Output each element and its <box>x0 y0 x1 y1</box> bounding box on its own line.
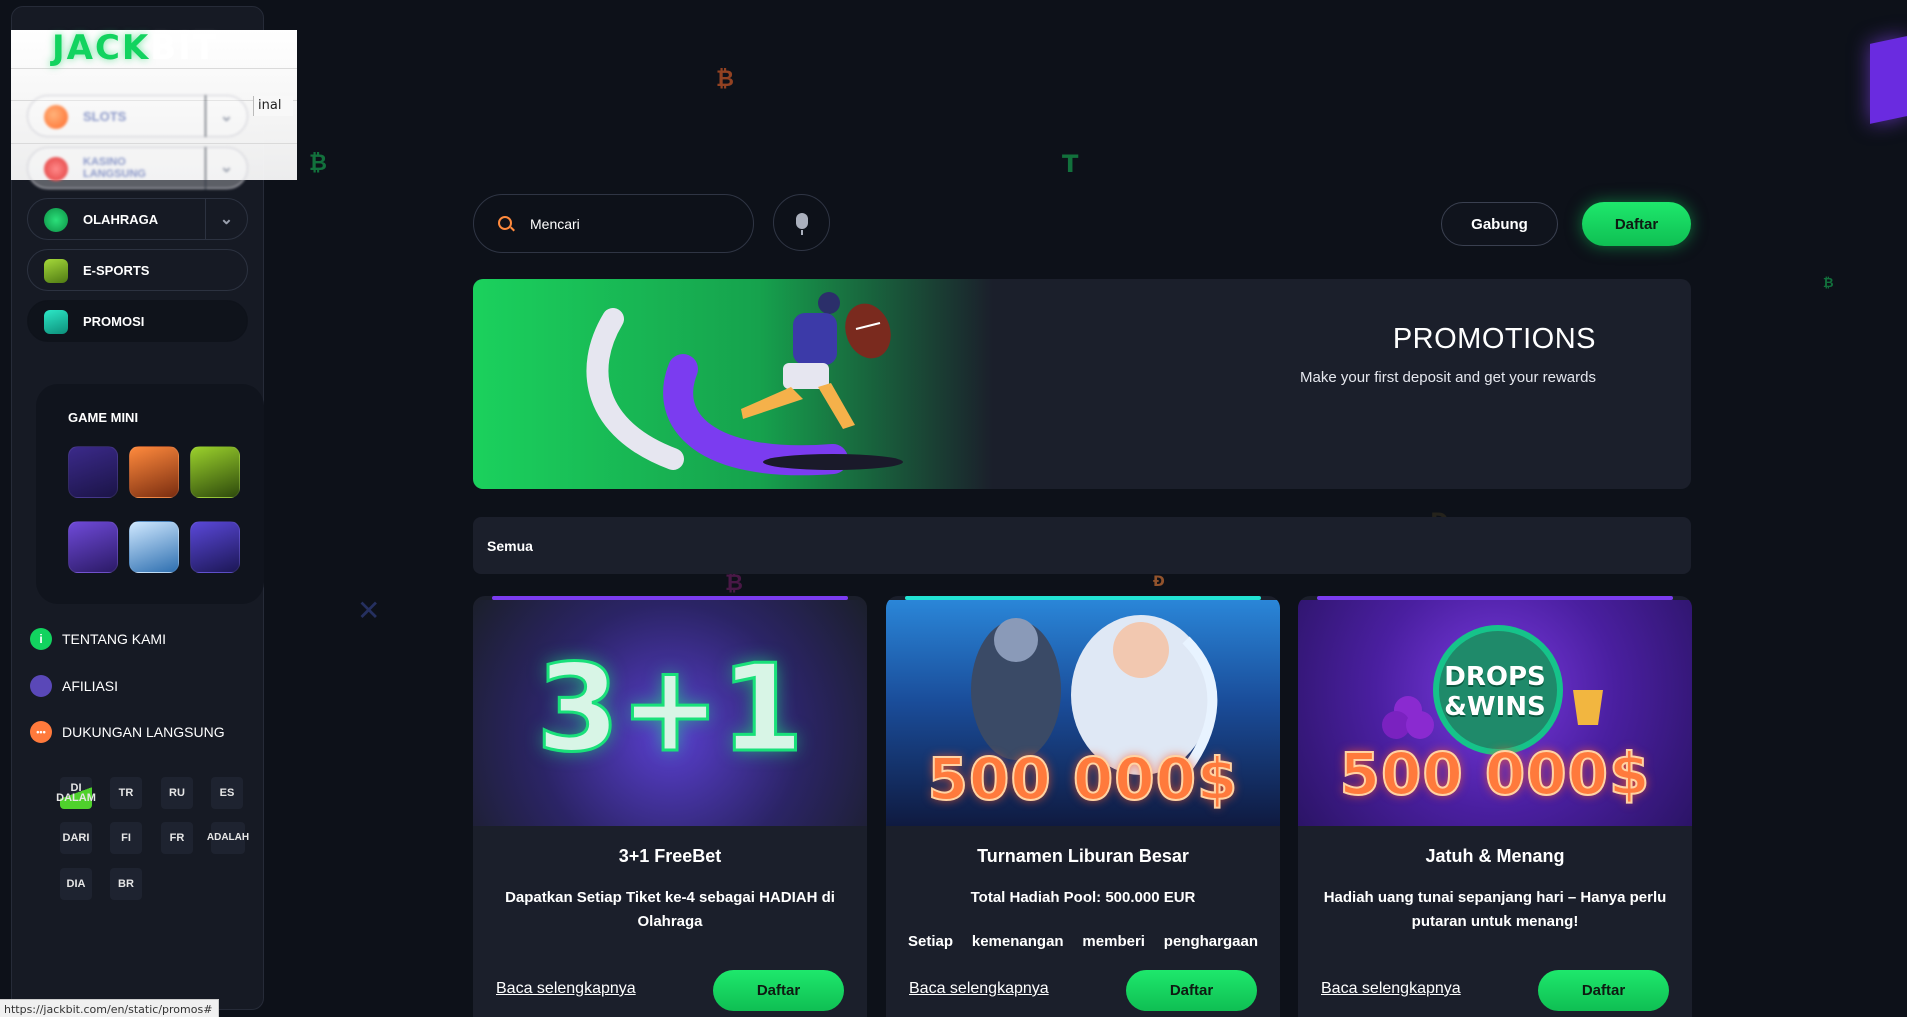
floating-coin-icon: Đ <box>1153 574 1165 590</box>
lang-option[interactable]: ADALAH <box>207 822 249 854</box>
floating-coin-icon: ₿ <box>716 67 734 92</box>
chevron-down-icon[interactable]: ⌄ <box>205 198 247 240</box>
card-description: Total Hadiah Pool: 500.000 EUR <box>970 889 1196 906</box>
bookmark-icon <box>44 310 68 334</box>
logo-text-bit: BIT <box>150 28 219 68</box>
microphone-icon <box>796 213 808 229</box>
card-image: DROPS &WINS 500 000$ <box>1298 600 1692 826</box>
card-description: Hadiah uang tunai sepanjang hari – Hanya… <box>1323 889 1667 930</box>
freebet-art-text: 3+1 <box>535 639 806 781</box>
search-icon <box>498 216 512 230</box>
link-about-us-label: TENTANG KAMI <box>62 631 166 647</box>
filter-all-tab[interactable]: Semua <box>473 517 1691 574</box>
mini-game-plinko-icon[interactable] <box>68 446 118 498</box>
chat-icon: ••• <box>30 721 52 743</box>
link-live-support-label: DUKUNGAN LANGSUNG <box>62 724 225 740</box>
card-image: 500 000$ <box>886 600 1280 826</box>
card-image: 3+1 <box>473 600 867 826</box>
fire-ball-icon <box>44 105 68 129</box>
drops-wins-badge-line1: DROPS <box>1444 662 1546 692</box>
football-player-illustration <box>586 292 903 476</box>
register-button[interactable]: Daftar <box>1582 202 1691 246</box>
nav-slots[interactable]: SLOTS ⌄ <box>27 95 248 137</box>
drops-wins-badge-line2: &WINS <box>1444 692 1546 722</box>
lang-option[interactable]: TR <box>110 777 142 809</box>
mini-game-chicken-icon[interactable] <box>129 446 179 498</box>
banner-title: PROMOTIONS <box>1392 323 1596 355</box>
card-extra-text: Setiap kemenangan memberi penghargaan <box>908 933 1258 950</box>
card-title: Turnamen Liburan Besar <box>977 846 1189 866</box>
card-description: Dapatkan Setiap Tiket ke-4 sebagai HADIA… <box>505 889 835 930</box>
basketball-icon <box>44 208 68 232</box>
nav-promotions[interactable]: PROMOSI <box>27 300 248 342</box>
card-register-button[interactable]: Daftar <box>1126 970 1257 1011</box>
chevron-down-icon[interactable]: ⌄ <box>205 95 247 137</box>
nav-live-casino[interactable]: KASINO LANGSUNG ⌄ <box>27 147 248 189</box>
side-widget-tab[interactable] <box>1870 36 1907 124</box>
nav-sports-label: OLAHRAGA <box>83 211 159 227</box>
promo-card: 3+1 3+1 FreeBet Dapatkan Setiap Tiket ke… <box>473 596 867 1017</box>
mini-game-cards-icon[interactable] <box>190 521 240 573</box>
gamepad-icon <box>44 259 68 283</box>
lang-option[interactable]: RU <box>161 777 193 809</box>
prize-art-text: 500 000$ <box>927 744 1239 814</box>
card-title: 3+1 FreeBet <box>618 846 722 866</box>
promo-card: 500 000$ Turnamen Liburan Besar Total Ha… <box>886 596 1280 1017</box>
lang-option[interactable]: ES <box>211 777 243 809</box>
chevron-down-icon[interactable]: ⌄ <box>205 147 247 189</box>
card-register-button[interactable]: Daftar <box>1538 970 1669 1011</box>
read-more-link[interactable]: Baca selengkapnya <box>909 980 1049 998</box>
nav-slots-label: SLOTS <box>83 108 127 124</box>
promotions-banner: PROMOTIONS Make your first deposit and g… <box>473 279 1691 489</box>
mini-game-bear-icon[interactable] <box>129 521 179 573</box>
jackbit-logo[interactable]: JACKBIT <box>52 28 218 68</box>
mini-game-dice-icon[interactable] <box>68 521 118 573</box>
floating-coin-icon: T <box>1062 150 1079 178</box>
lang-option[interactable]: DARI <box>60 822 92 854</box>
lang-option[interactable]: BR <box>110 868 142 900</box>
floating-coin-icon: ₿ <box>309 151 327 176</box>
nav-esports-label: E-SPORTS <box>83 262 150 278</box>
mini-games-panel: GAME MINI <box>36 384 264 604</box>
logo-text-jack: JACK <box>52 28 151 68</box>
nav-sports[interactable]: OLAHRAGA ⌄ <box>27 198 248 240</box>
filter-all-label: Semua <box>487 537 533 554</box>
read-more-link[interactable]: Baca selengkapnya <box>1321 980 1461 998</box>
nav-live-casino-label: KASINO LANGSUNG <box>83 156 146 180</box>
link-about-us[interactable]: i TENTANG KAMI <box>30 628 166 650</box>
mini-game-dino-icon[interactable] <box>190 446 240 498</box>
link-affiliates-label: AFILIASI <box>62 678 119 694</box>
card-title: Jatuh & Menang <box>1425 846 1565 866</box>
nav-esports[interactable]: E-SPORTS <box>27 249 248 291</box>
search-input[interactable]: Mencari <box>473 194 754 253</box>
banner-subtitle: Make your first deposit and get your rew… <box>1300 369 1596 386</box>
lang-option[interactable]: FR <box>161 822 193 854</box>
status-bar-url: https://jackbit.com/en/static/promos# <box>0 999 220 1017</box>
login-button[interactable]: Gabung <box>1441 202 1558 246</box>
overlay-partial-text: inal <box>253 96 293 116</box>
search-placeholder: Mencari <box>530 215 580 232</box>
card-register-button[interactable]: Daftar <box>713 970 844 1011</box>
info-icon: i <box>30 628 52 650</box>
link-affiliates[interactable]: AFILIASI <box>30 675 118 697</box>
link-live-support[interactable]: ••• DUKUNGAN LANGSUNG <box>30 721 225 743</box>
floating-coin-icon: ₿ <box>1823 276 1834 291</box>
prize-art-text: 500 000$ <box>1339 739 1651 809</box>
read-more-link[interactable]: Baca selengkapnya <box>496 980 636 998</box>
lang-option[interactable]: FI <box>110 822 142 854</box>
lang-option[interactable]: DI DALAM <box>56 777 96 809</box>
floating-cross-icon: ✕ <box>357 594 381 627</box>
lang-option[interactable]: DIA <box>60 868 92 900</box>
voice-search-button[interactable] <box>773 194 830 251</box>
microphone-stand <box>801 230 803 235</box>
users-icon <box>30 675 52 697</box>
mini-games-title: GAME MINI <box>68 410 139 425</box>
promo-card: DROPS &WINS 500 000$ Jatuh & Menang Hadi… <box>1298 596 1692 1017</box>
nav-promotions-label: PROMOSI <box>83 313 145 329</box>
poker-chip-icon <box>44 157 68 181</box>
